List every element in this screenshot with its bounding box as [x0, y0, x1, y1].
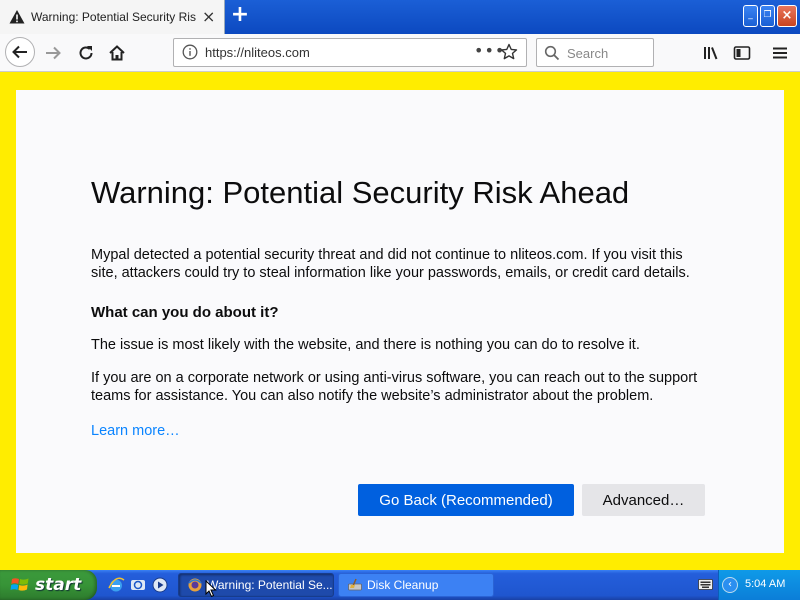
- paragraph-2: If you are on a corporate network or usi…: [91, 370, 698, 404]
- taskbar-item-browser[interactable]: Warning: Potential Se...: [178, 573, 334, 597]
- error-content: Warning: Potential Security Risk Ahead M…: [91, 174, 711, 440]
- url-text[interactable]: https://nliteos.com: [205, 45, 310, 60]
- reload-button[interactable]: [74, 41, 98, 65]
- reload-icon: [79, 46, 93, 60]
- bookmark-star-icon[interactable]: [500, 43, 518, 61]
- clock[interactable]: 5:04 AM: [745, 578, 785, 590]
- close-window-button[interactable]: ×: [777, 5, 797, 27]
- mouse-cursor-icon: [205, 580, 217, 598]
- search-input[interactable]: [567, 44, 647, 62]
- restore-button[interactable]: ❐: [760, 5, 775, 27]
- taskbar: start Warning: Potential Se... Disk Clea…: [0, 570, 800, 600]
- search-box[interactable]: [536, 38, 654, 67]
- menu-button[interactable]: [768, 41, 792, 65]
- page-viewport: Warning: Potential Security Risk Ahead M…: [0, 72, 800, 570]
- back-arrow-icon: [12, 45, 27, 59]
- start-button[interactable]: start: [0, 570, 97, 600]
- show-hidden-icons-button[interactable]: ‹: [722, 577, 738, 593]
- keyboard-icon[interactable]: [698, 578, 713, 591]
- search-icon: [544, 45, 560, 61]
- system-tray: ‹ 5:04 AM: [718, 570, 800, 600]
- tab-title: Warning: Potential Security Risk Ah: [31, 10, 196, 24]
- start-label: start: [35, 575, 82, 595]
- tab-strip: Warning: Potential Security Risk Ah × + …: [0, 0, 800, 34]
- go-back-button[interactable]: Go Back (Recommended): [358, 484, 574, 516]
- url-bar[interactable]: https://nliteos.com •••: [173, 38, 527, 67]
- window-controls: _ ❐ ×: [743, 5, 797, 27]
- tab-close-icon[interactable]: ×: [202, 9, 215, 25]
- page-title: Warning: Potential Security Risk Ahead: [91, 175, 630, 210]
- advanced-button[interactable]: Advanced…: [582, 484, 705, 516]
- mypal-icon: [188, 578, 202, 592]
- windows-logo-icon: [10, 578, 29, 591]
- library-icon: [704, 47, 718, 60]
- hamburger-menu-icon: [773, 47, 787, 59]
- outlook-express-icon[interactable]: [129, 576, 147, 594]
- back-button[interactable]: [5, 37, 35, 67]
- learn-more-link[interactable]: Learn more…: [91, 423, 180, 439]
- disk-cleanup-icon: [348, 578, 362, 591]
- sidebar-button[interactable]: [730, 41, 754, 65]
- forward-arrow-icon: [46, 46, 61, 60]
- home-button[interactable]: [105, 41, 129, 65]
- navigation-toolbar: https://nliteos.com •••: [0, 34, 800, 72]
- taskbar-item-label: Warning: Potential Se...: [207, 578, 333, 592]
- paragraph-1: The issue is most likely with the websit…: [91, 337, 640, 353]
- taskbar-item-label: Disk Cleanup: [367, 578, 439, 592]
- media-player-icon[interactable]: [151, 576, 169, 594]
- error-panel: Warning: Potential Security Risk Ahead M…: [16, 90, 784, 553]
- home-icon: [109, 45, 125, 61]
- minimize-button[interactable]: _: [743, 5, 758, 27]
- intro-text: Mypal detected a potential security thre…: [91, 247, 690, 281]
- taskbar-item-disk-cleanup[interactable]: Disk Cleanup: [338, 573, 494, 597]
- new-tab-icon[interactable]: +: [228, 4, 252, 28]
- subheading: What can you do about it?: [91, 304, 279, 321]
- info-icon[interactable]: [182, 44, 198, 60]
- forward-button[interactable]: [41, 41, 65, 65]
- warning-icon: [9, 10, 25, 24]
- library-button[interactable]: [699, 41, 723, 65]
- internet-explorer-icon[interactable]: [107, 576, 125, 594]
- sidebar-icon: [733, 46, 751, 60]
- browser-tab[interactable]: Warning: Potential Security Risk Ah ×: [0, 0, 225, 34]
